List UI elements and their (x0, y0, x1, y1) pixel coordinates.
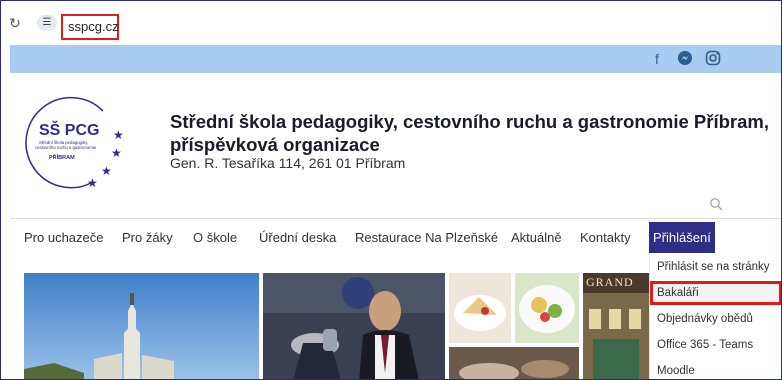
nav-item-pro-uchazece[interactable]: Pro uchazeče (24, 230, 104, 245)
star-icon: ★ (113, 128, 124, 142)
nav-item-uredni-deska[interactable]: Úřední deska (259, 230, 336, 245)
nav-divider (10, 218, 781, 219)
dropdown-item-office365[interactable]: Office 365 - Teams (650, 333, 781, 357)
address-bar[interactable]: sspcg.cz (61, 14, 119, 40)
photo-food-2 (515, 273, 579, 343)
dropdown-item-bakalari[interactable]: Bakaláři (650, 281, 781, 305)
photo-church (24, 273, 259, 379)
nav-item-pro-zaky[interactable]: Pro žáky (122, 230, 173, 245)
social-bar: f (10, 45, 781, 73)
login-dropdown-menu: Přihlásit se na stránky Bakaláři Objedná… (649, 253, 781, 379)
photo-food-1 (449, 273, 511, 343)
school-address: Gen. R. Tesaříka 114, 261 01 Příbram (170, 155, 406, 171)
instagram-icon[interactable] (704, 50, 722, 68)
photo-bartender (263, 273, 445, 379)
grand-sign: GRAND (586, 275, 634, 289)
messenger-icon[interactable] (676, 50, 694, 68)
search-icon[interactable] (709, 197, 725, 213)
reload-icon[interactable]: ↻ (7, 15, 23, 31)
nav-item-kontakty[interactable]: Kontakty (580, 230, 631, 245)
school-logo[interactable]: SŠ PCG Střední škola pedagogiky, cestovn… (25, 91, 127, 193)
nav-item-restaurace[interactable]: Restaurace Na Plzeňské (355, 230, 498, 245)
browser-frame: ↻ ☰ sspcg.cz f SŠ PCG Střední škola peda… (0, 0, 782, 380)
nav-item-aktualne[interactable]: Aktuálně (511, 230, 562, 245)
photo-grand-hotel: GRAND (583, 273, 649, 379)
logo-text: SŠ PCG (39, 120, 99, 139)
star-icon: ★ (101, 164, 112, 178)
dropdown-item-login-site[interactable]: Přihlásit se na stránky (650, 255, 781, 279)
page-title-line-2: příspěvková organizace (170, 134, 380, 155)
dropdown-item-obedy[interactable]: Objednávky obědů (650, 307, 781, 331)
logo-city: PŘÍBRAM (49, 153, 75, 161)
page-title-line-1: Střední škola pedagogiky, cestovního ruc… (170, 111, 769, 132)
star-icon: ★ (111, 146, 122, 160)
site-info-icon[interactable]: ☰ (37, 15, 57, 31)
photo-food-3 (449, 347, 579, 379)
browser-toolbar: ↻ ☰ sspcg.cz (1, 1, 781, 45)
star-icon: ★ (87, 176, 98, 190)
logo-subtitle-2: cestovního ruchu a gastronomie (35, 145, 97, 150)
facebook-icon[interactable]: f (651, 50, 663, 68)
nav-item-prihlaseni[interactable]: Přihlášení (649, 222, 715, 253)
nav-item-o-skole[interactable]: O škole (193, 230, 237, 245)
main-nav: Pro uchazeče Pro žáky O škole Úřední des… (1, 221, 781, 257)
dropdown-item-moodle[interactable]: Moodle (650, 359, 781, 379)
